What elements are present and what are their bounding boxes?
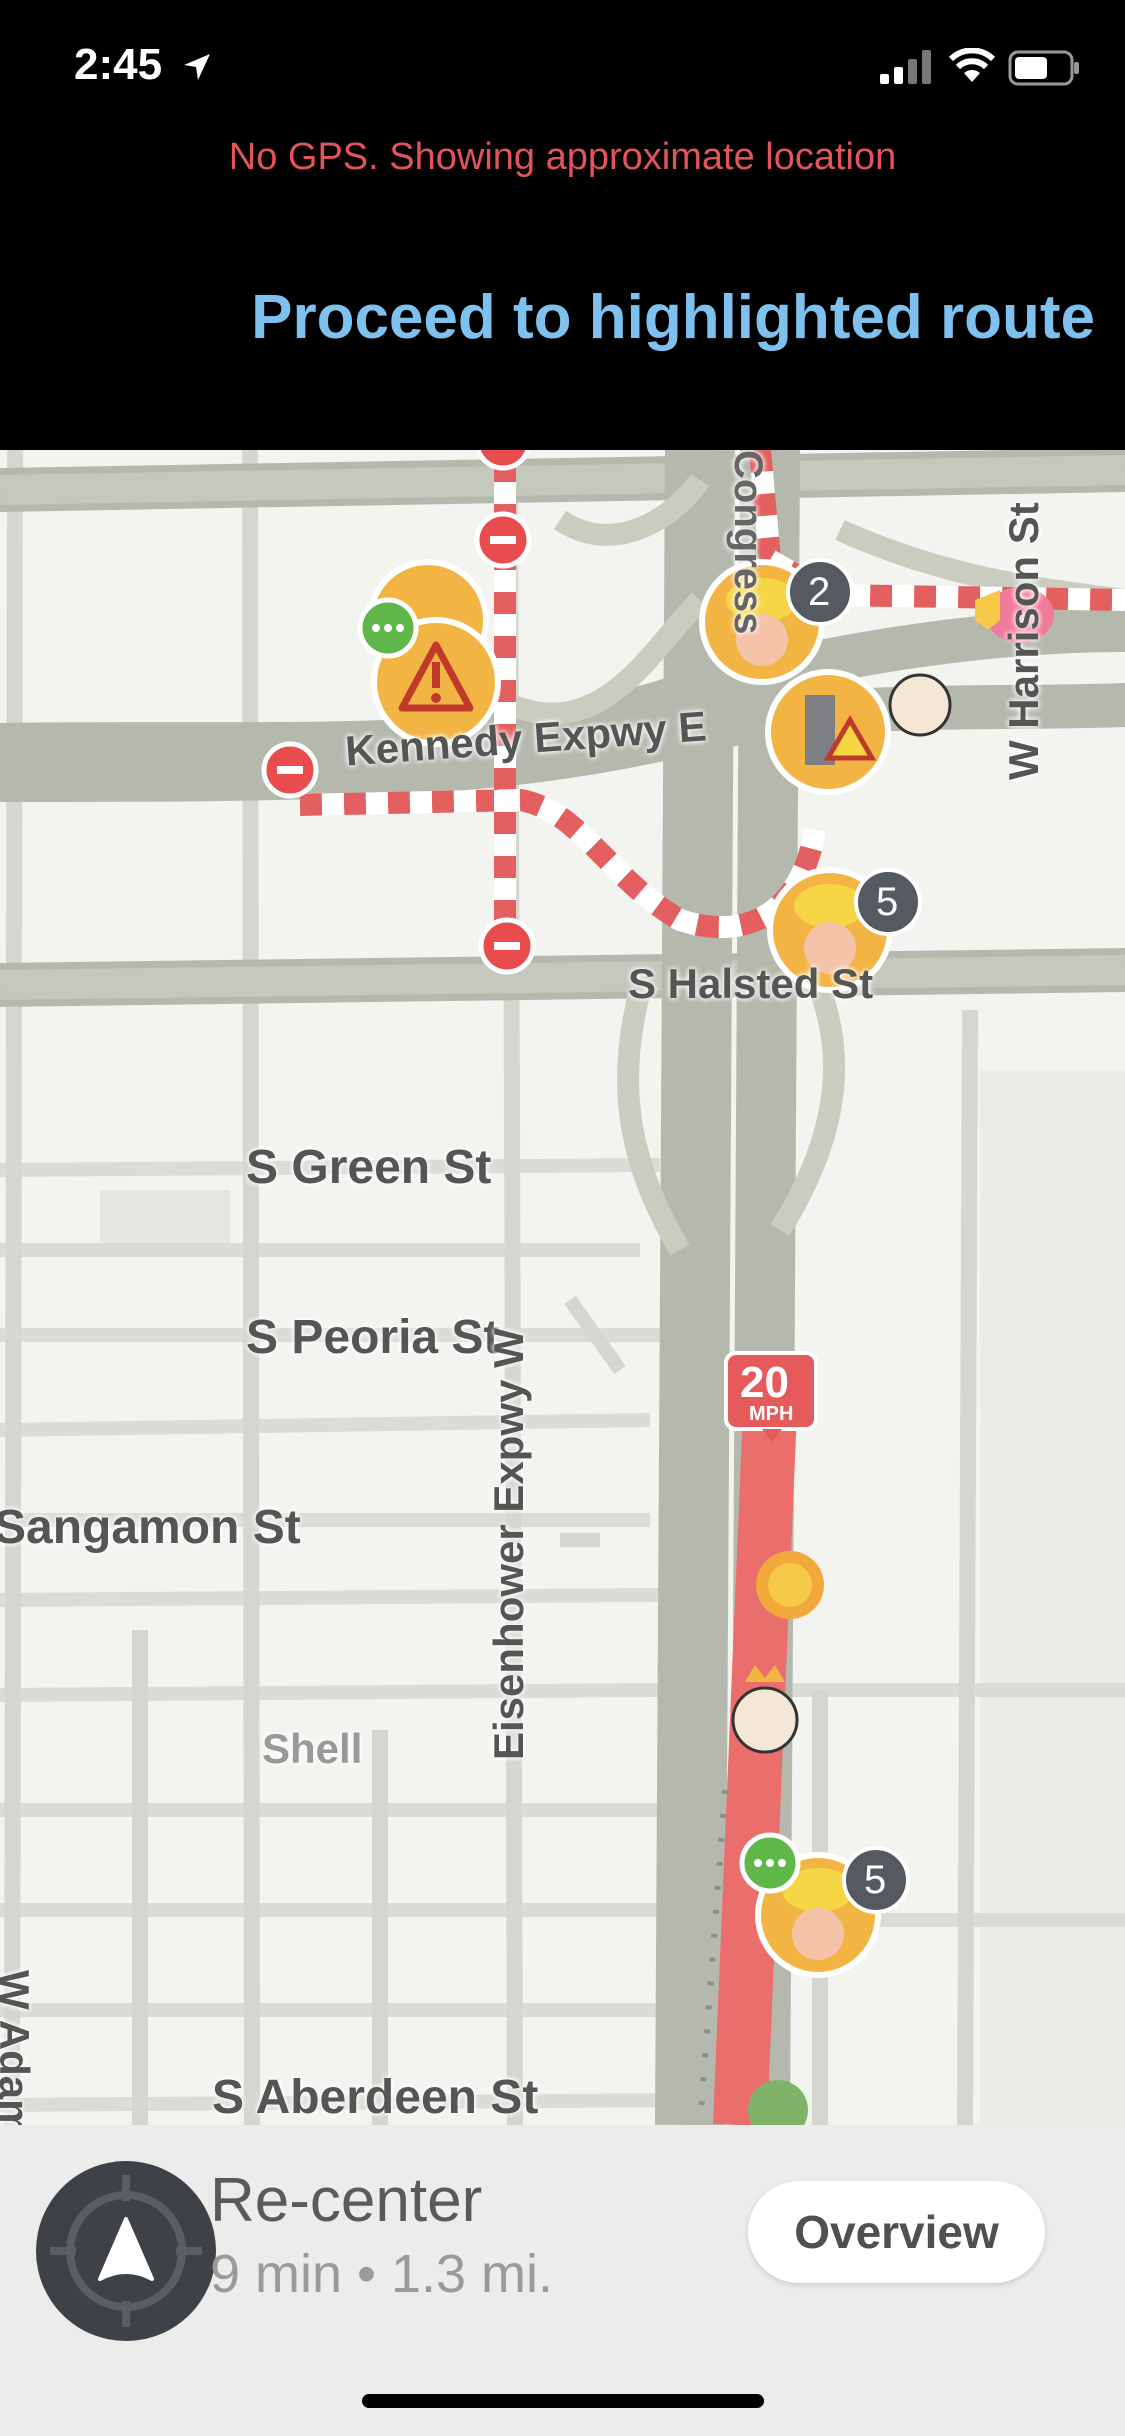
gps-warning: No GPS. Showing approximate location bbox=[228, 136, 897, 178]
street-label-eisenhower: Eisenhower Expwy W bbox=[485, 1328, 532, 1760]
street-label-sangamon: Sangamon St bbox=[0, 1501, 301, 1554]
eta-summary: 9 min • 1.3 mi. bbox=[210, 2244, 554, 2304]
navigation-header: 2:45 No GPS. Showing approximate locatio… bbox=[0, 0, 1125, 450]
report-count-middle: 5 bbox=[876, 880, 899, 924]
status-time: 2:45 bbox=[74, 40, 163, 89]
recenter-title[interactable]: Re-center bbox=[210, 2165, 482, 2236]
battery-icon bbox=[1008, 50, 1079, 86]
street-label-green: S Green St bbox=[246, 1141, 492, 1194]
location-arrow-icon bbox=[184, 54, 210, 80]
bottom-bar: Re-center 9 min • 1.3 mi. Overview bbox=[0, 2125, 1125, 2436]
street-label-peoria: S Peoria St bbox=[246, 1311, 500, 1364]
overview-button[interactable]: Overview bbox=[748, 2181, 1045, 2283]
speed-limit-value: 20 bbox=[740, 1358, 789, 1407]
compass-icon bbox=[50, 2175, 202, 2327]
poi-label-shell: Shell bbox=[262, 1725, 363, 1772]
speed-limit-unit: MPH bbox=[749, 1403, 794, 1425]
report-count-top: 2 bbox=[808, 570, 831, 614]
home-indicator[interactable] bbox=[362, 2394, 764, 2408]
street-label-congress: Congress bbox=[726, 450, 770, 635]
street-label-halsted: S Halsted St bbox=[628, 960, 874, 1007]
turn-instruction: Proceed to highlighted route bbox=[251, 283, 1095, 352]
street-label-harrison: W Harrison St bbox=[1000, 502, 1047, 780]
report-count-bottom: 5 bbox=[864, 1858, 887, 1902]
map-roads bbox=[0, 450, 1125, 2125]
map-view[interactable]: Kennedy Expwy E S Halsted St S Green St … bbox=[0, 450, 1125, 2125]
street-label-aberdeen: S Aberdeen St bbox=[212, 2071, 539, 2124]
recenter-button[interactable] bbox=[36, 2161, 216, 2341]
signal-icon bbox=[880, 50, 931, 84]
wifi-icon bbox=[948, 48, 996, 82]
street-label-adams: W Adams bbox=[0, 1970, 38, 2125]
